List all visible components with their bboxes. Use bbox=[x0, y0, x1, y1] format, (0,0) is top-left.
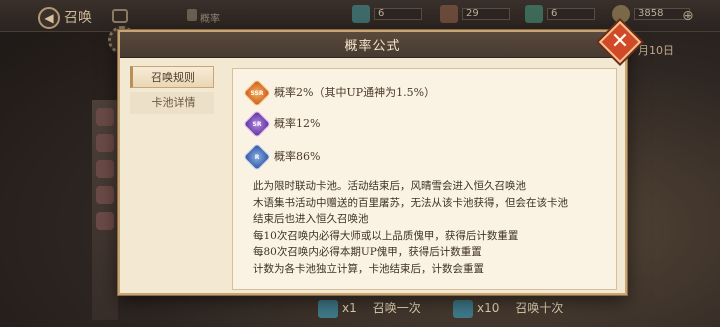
ticket-icon bbox=[525, 5, 543, 23]
summon-ten-count: x10 bbox=[477, 301, 500, 315]
dialog-title: 概率公式 bbox=[344, 39, 401, 54]
resource-counter-1: 6 bbox=[352, 5, 422, 25]
rate-row-sr: SR 概率12% bbox=[242, 109, 321, 139]
dialog-tabs: 召唤规则 卡池详情 bbox=[130, 66, 214, 118]
rate-text: 概率12% bbox=[274, 117, 321, 130]
rate-text: 概率86% bbox=[274, 150, 321, 163]
ssr-rarity-icon: SSR bbox=[242, 78, 272, 108]
summon-once-count: x1 bbox=[342, 301, 357, 315]
side-banner-list bbox=[92, 100, 118, 320]
rule-line: 木语集书活动中赠送的百里屠苏，无法从该卡池获得，但会在该卡池 bbox=[253, 196, 568, 209]
summon-ten-label: 召唤十次 bbox=[515, 301, 564, 315]
back-arrow-icon[interactable]: ◀ bbox=[38, 7, 60, 29]
rule-line: 计数为各卡池独立计算，卡池结束后，计数会重置 bbox=[253, 262, 484, 275]
ticket-icon bbox=[352, 5, 370, 23]
page-title: 召唤 bbox=[64, 10, 92, 26]
rule-line: 每80次召唤内必得本期UP傀甲，获得后计数重置 bbox=[253, 246, 482, 258]
probability-icon bbox=[187, 9, 197, 21]
probability-label[interactable]: 概率 bbox=[200, 10, 220, 25]
resource-value: 6 bbox=[547, 8, 595, 20]
rule-line: 此为限时联动卡池。活动结束后，风晴雪会进入恒久召唤池 bbox=[253, 180, 526, 192]
resource-value: 6 bbox=[374, 8, 422, 20]
r-rarity-icon: R bbox=[242, 142, 272, 172]
rule-line: 每10次召唤内必得大师或以上品质傀甲，获得后计数重置 bbox=[253, 229, 519, 242]
resource-counter-3: 6 bbox=[525, 5, 595, 25]
rules-description: 此为限时联动卡池。活动结束后，风晴雪会进入恒久召唤池 木语集书活动中赠送的百里屠… bbox=[253, 178, 613, 277]
tab-summon-rules[interactable]: 召唤规则 bbox=[130, 66, 214, 88]
card-icon bbox=[440, 5, 458, 23]
ticket-icon bbox=[453, 299, 473, 318]
probability-dialog: 概率公式 召唤规则 卡池详情 SSR 概率2%（其中UP通神为1.5%） SR 概率… bbox=[118, 30, 627, 295]
resource-counter-2: 29 bbox=[440, 5, 510, 25]
event-date: 月10日 bbox=[638, 44, 674, 57]
tab-pool-details[interactable]: 卡池详情 bbox=[130, 92, 214, 114]
ticket-icon bbox=[318, 299, 338, 318]
summon-once-label: 召唤一次 bbox=[372, 301, 421, 315]
resource-counter-4: 3858 bbox=[612, 5, 690, 25]
summon-once-button[interactable]: x1 召唤一次 bbox=[318, 295, 421, 321]
add-icon[interactable]: ⊕ bbox=[682, 8, 694, 24]
close-icon: ✕ bbox=[610, 29, 630, 54]
rule-line: 结束后也进入恒久召唤池 bbox=[253, 213, 369, 225]
summon-ten-button[interactable]: x10 召唤十次 bbox=[453, 295, 563, 321]
rate-row-ssr: SSR 概率2%（其中UP通神为1.5%） bbox=[242, 78, 436, 108]
coin-icon bbox=[612, 5, 630, 23]
sr-rarity-icon: SR bbox=[242, 109, 272, 139]
resource-value: 29 bbox=[462, 8, 510, 20]
rules-content: SSR 概率2%（其中UP通神为1.5%） SR 概率12% R 概率86% 此为限时… bbox=[232, 68, 617, 290]
rate-row-r: R 概率86% bbox=[242, 142, 321, 172]
rate-text: 概率2%（其中UP通神为1.5%） bbox=[274, 86, 436, 99]
chat-icon[interactable] bbox=[112, 9, 128, 23]
dialog-header: 概率公式 bbox=[120, 32, 625, 58]
